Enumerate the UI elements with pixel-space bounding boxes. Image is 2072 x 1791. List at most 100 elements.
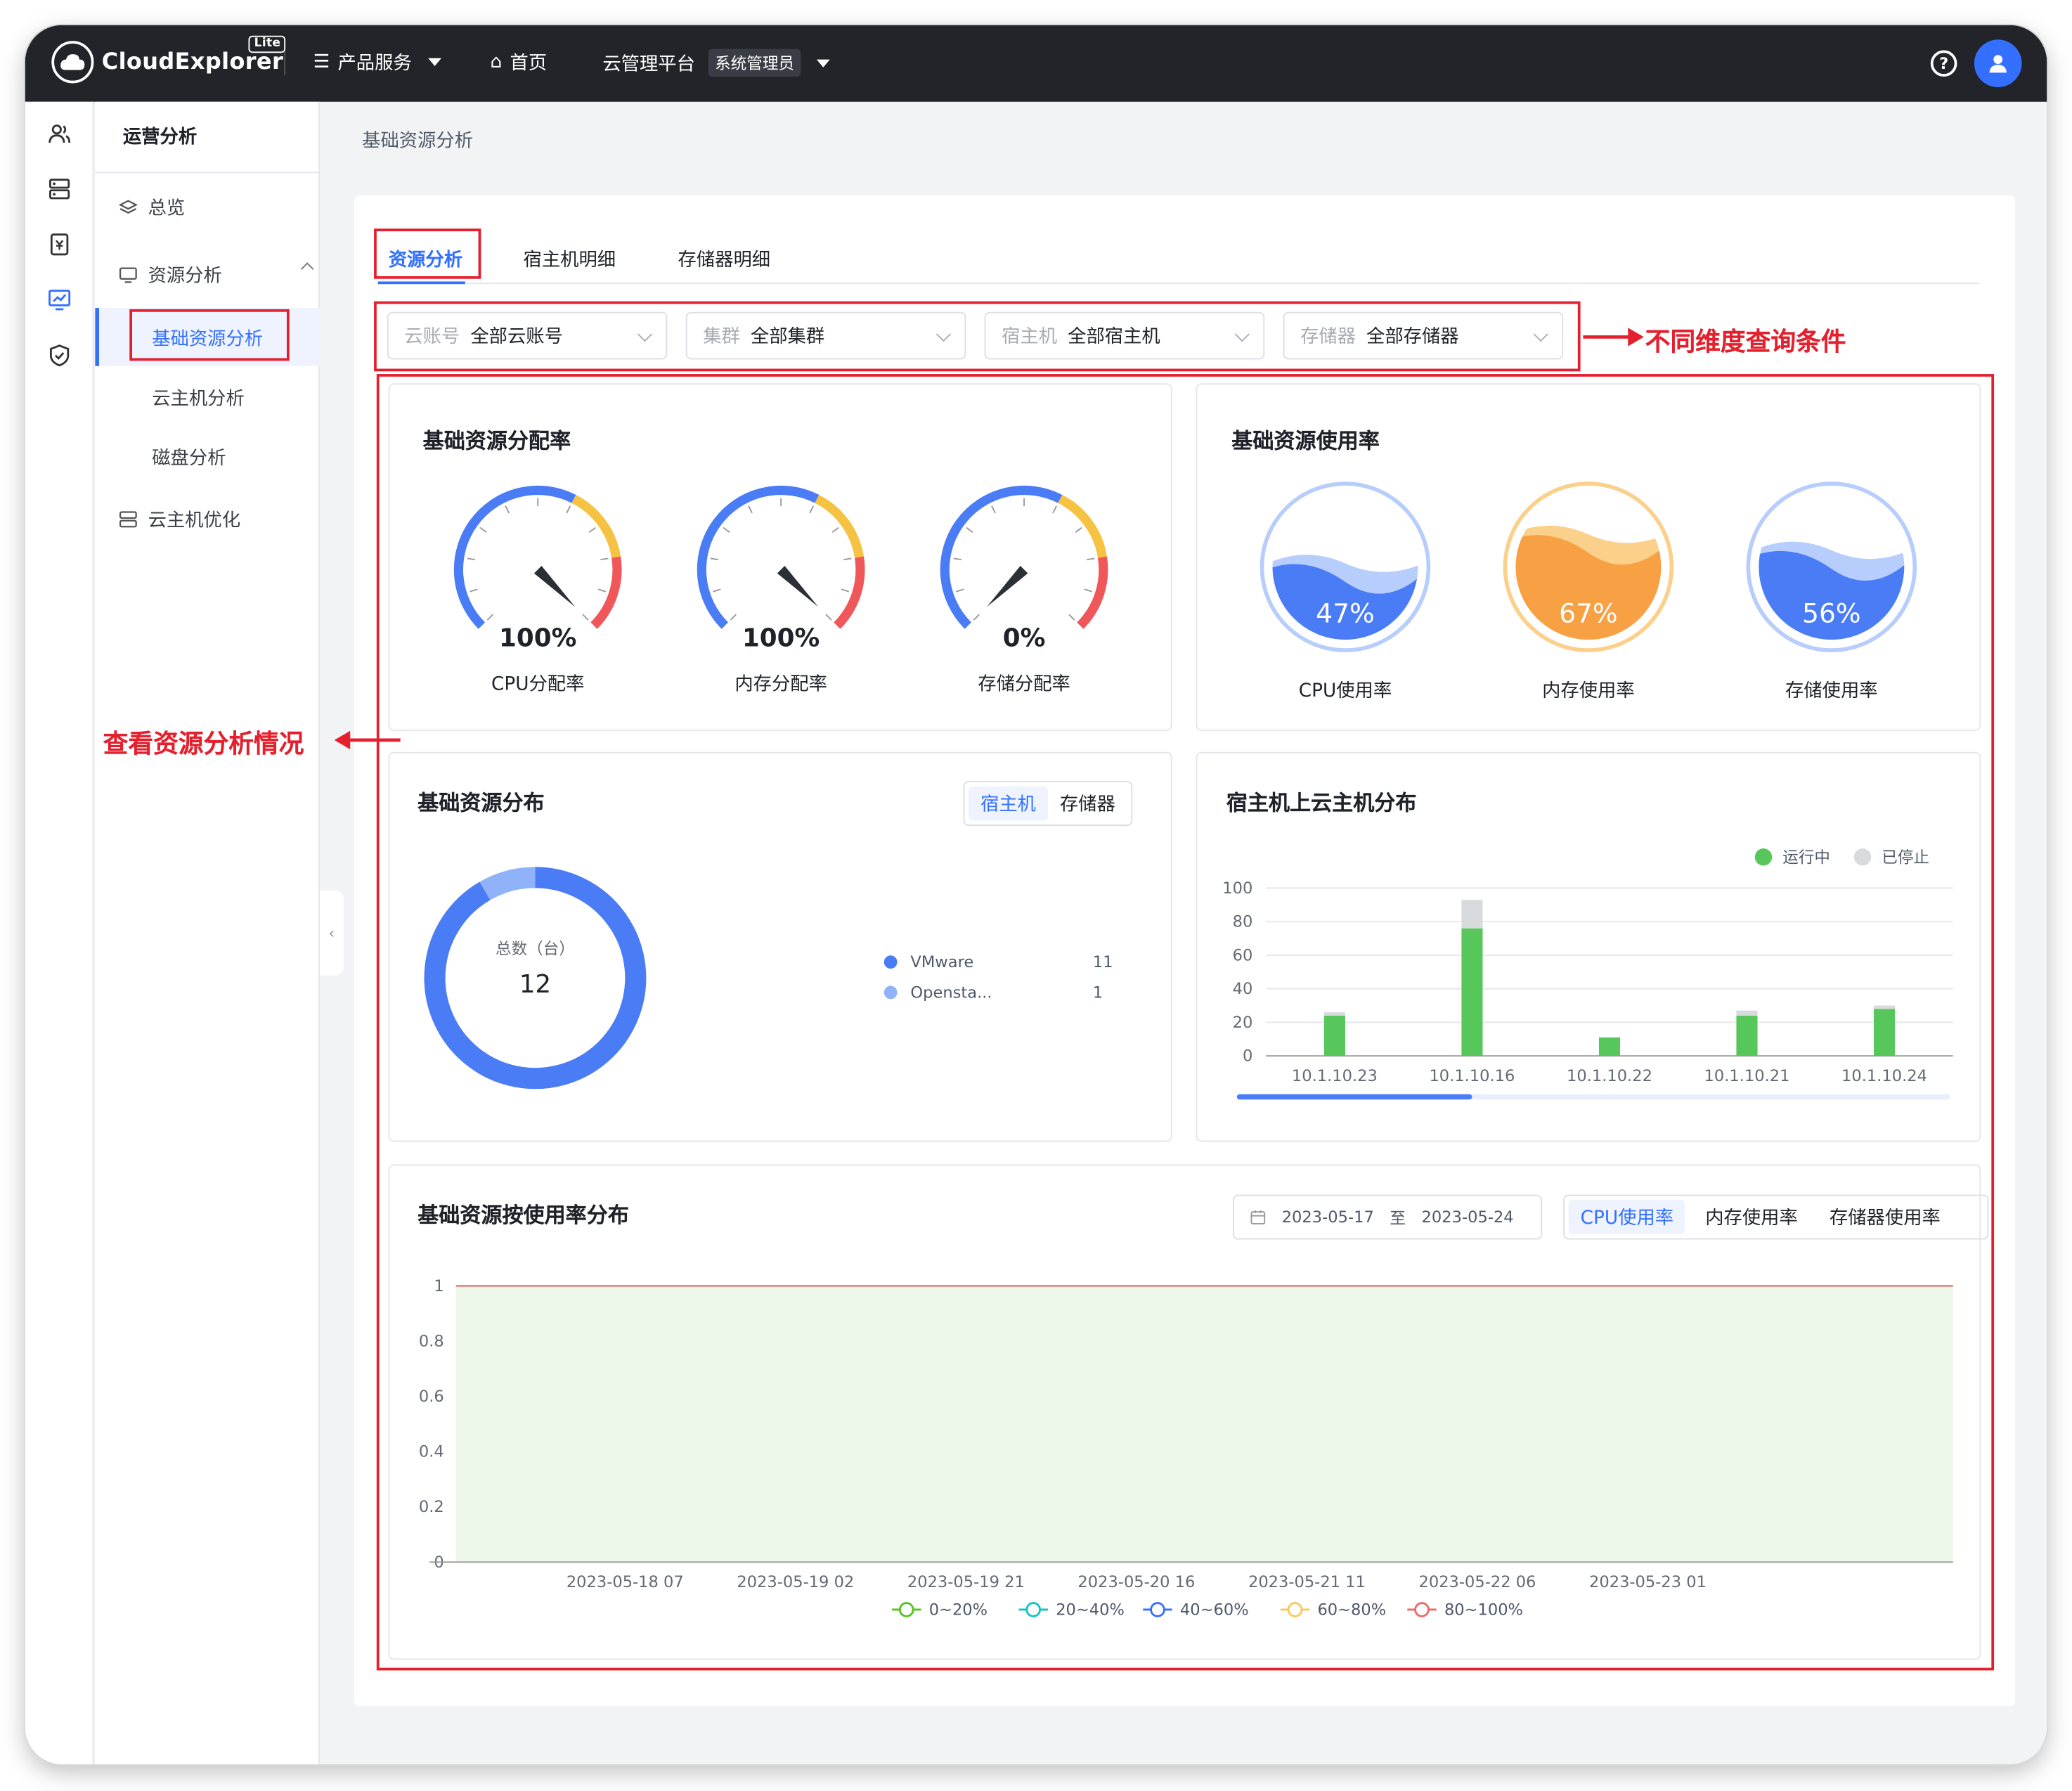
x-tick-label: 10.1.10.21 xyxy=(1704,1067,1790,1085)
x-tick-label: 2023-05-19 21 xyxy=(907,1573,1025,1591)
gauge-tick xyxy=(566,505,571,514)
usage-distribution-card: 基础资源按使用率分布 2023-05-17 至 2023-05-24 CPU使用… xyxy=(388,1164,1989,1660)
gauge-tick xyxy=(723,526,730,534)
annotation-arrow-right xyxy=(1583,328,1644,347)
gauge-tick xyxy=(841,588,849,593)
bar xyxy=(1873,1005,1896,1009)
role-badge: 系统管理员 xyxy=(708,49,801,77)
tab-host-detail[interactable]: 宿主机明细 xyxy=(524,246,616,273)
gauge-arc-low xyxy=(453,485,576,629)
storage-allocation-value: 0% xyxy=(1002,623,1046,653)
menu-list-icon: ☰ xyxy=(313,51,330,73)
meter-value: 47% xyxy=(1316,598,1375,629)
gauge-tick xyxy=(831,526,839,534)
cloud-logo-icon xyxy=(51,41,94,84)
sidebar-divider xyxy=(95,172,320,174)
donut-slice xyxy=(479,867,536,900)
sidebar-item-overview[interactable]: 总览 xyxy=(119,194,185,221)
annotation-highlight-tab xyxy=(374,228,481,279)
legend-count: 11 xyxy=(1092,952,1113,971)
bill-icon[interactable] xyxy=(46,231,73,258)
sidebar-collapse-button[interactable]: ‹ xyxy=(319,891,344,976)
page-title: 基础资源分析 xyxy=(362,131,474,153)
zoom-slider-handle xyxy=(1236,1094,1472,1100)
donut-total-value: 12 xyxy=(519,969,552,1000)
legend-item-vmware[interactable]: VMware 11 xyxy=(883,952,1113,971)
gauge-tick xyxy=(470,588,478,593)
tab-storage-detail[interactable]: 存储器明细 xyxy=(678,246,770,273)
bar xyxy=(1323,1012,1345,1016)
gauge-needle xyxy=(533,566,576,607)
analytics-icon[interactable] xyxy=(46,287,73,313)
annotation-filters-note: 不同维度查询条件 xyxy=(1645,328,1846,357)
gauge-tick xyxy=(1052,505,1058,514)
gauge-tick xyxy=(991,505,996,514)
legend-marker xyxy=(1287,1602,1303,1617)
gauge-tick xyxy=(973,614,980,621)
top-navbar: CloudExplorer Lite ☰ 产品服务 ⌂ 首页 云管理平台 系统管… xyxy=(25,25,2047,102)
sidebar-item-resource-analysis[interactable]: 资源分析 xyxy=(119,261,317,288)
user-icon xyxy=(1989,55,2007,73)
distribution-card: 基础资源分布 宿主机 存储器 总数（台） 12 VMware 11 Openst… xyxy=(388,751,1172,1142)
server-icon[interactable] xyxy=(46,176,73,202)
annotation-arrow-left xyxy=(334,730,401,750)
gauge-tick xyxy=(730,614,737,621)
home-link[interactable]: ⌂ 首页 xyxy=(491,49,548,76)
gauge-tick xyxy=(1075,526,1082,534)
gauge-arc-low xyxy=(940,485,1063,629)
legend-label: 60~80% xyxy=(1317,1601,1386,1619)
brand-badge: Lite xyxy=(249,35,286,53)
users-icon[interactable] xyxy=(46,120,73,147)
y-tick-label: 1 xyxy=(434,1277,443,1295)
sidebar-item-disk-analysis[interactable]: 磁盘分析 xyxy=(152,444,226,471)
sidebar-title: 运营分析 xyxy=(122,127,198,148)
gauge-tick xyxy=(1068,614,1075,621)
bar xyxy=(1873,1009,1896,1056)
gauge-tick xyxy=(1087,557,1095,561)
gauge-tick xyxy=(710,557,719,561)
chevron-down-icon xyxy=(427,58,441,67)
meter-liquid xyxy=(1759,541,1905,640)
bar xyxy=(1736,1010,1758,1016)
meter-value: 67% xyxy=(1559,598,1618,629)
gauge-tick xyxy=(479,526,487,534)
allocation-card: 基础资源分配率 100% CPU分配率 100% 内存分配率 0% 存储分配率 xyxy=(388,383,1172,731)
home-label: 首页 xyxy=(510,53,548,75)
products-menu[interactable]: ☰ 产品服务 xyxy=(313,49,441,76)
platform-switcher[interactable]: 云管理平台 系统管理员 xyxy=(602,49,830,77)
sidebar-item-vm-analysis[interactable]: 云主机分析 xyxy=(152,384,245,411)
app-window: CloudExplorer Lite ☰ 产品服务 ⌂ 首页 云管理平台 系统管… xyxy=(25,25,2047,1764)
y-tick-label: 0.8 xyxy=(419,1332,444,1350)
legend-item-openstack[interactable]: Opensta... 1 xyxy=(883,983,1103,1002)
y-tick-label: 80 xyxy=(1233,913,1253,931)
y-tick-label: 40 xyxy=(1233,980,1253,998)
host-vm-bar-chart: 0 20 40 60 80 100 10.1.10.23 10.1.10.16 10.1.10.… xyxy=(1222,879,1953,1100)
legend-label: 0~20% xyxy=(929,1601,988,1619)
y-tick-label: 20 xyxy=(1233,1014,1253,1032)
shield-icon[interactable] xyxy=(46,342,73,369)
user-avatar[interactable] xyxy=(1974,39,2022,88)
help-icon[interactable]: ? xyxy=(1930,50,1957,77)
sidebar-item-label: 云主机优化 xyxy=(148,510,241,531)
server-icon xyxy=(119,511,137,528)
brand-logo[interactable]: CloudExplorer Lite xyxy=(51,35,286,84)
products-menu-label: 产品服务 xyxy=(337,53,412,75)
gauge-tick xyxy=(505,505,510,514)
platform-label: 云管理平台 xyxy=(602,53,695,75)
x-tick-label: 2023-05-23 01 xyxy=(1589,1573,1707,1591)
bar xyxy=(1461,928,1483,1056)
y-tick-label: 0 xyxy=(1243,1047,1252,1066)
gauge-arc-low xyxy=(697,485,820,629)
layers-icon xyxy=(119,200,138,214)
gauge-tick xyxy=(843,557,852,561)
area-fill xyxy=(455,1286,1953,1563)
x-tick-label: 2023-05-20 16 xyxy=(1077,1573,1195,1591)
cpu-allocation-label: CPU分配率 xyxy=(491,673,585,695)
sidebar-item-vm-optimization[interactable]: 云主机优化 xyxy=(119,506,240,533)
memory-allocation-label: 内存分配率 xyxy=(734,673,827,695)
annotation-analysis-note: 查看资源分析情况 xyxy=(103,729,304,759)
gauge-tick xyxy=(486,614,494,621)
tab-bar: 资源分析 宿主机明细 存储器明细 xyxy=(377,240,1980,285)
gauge-tick xyxy=(713,588,721,593)
gauge-tick xyxy=(809,505,815,514)
